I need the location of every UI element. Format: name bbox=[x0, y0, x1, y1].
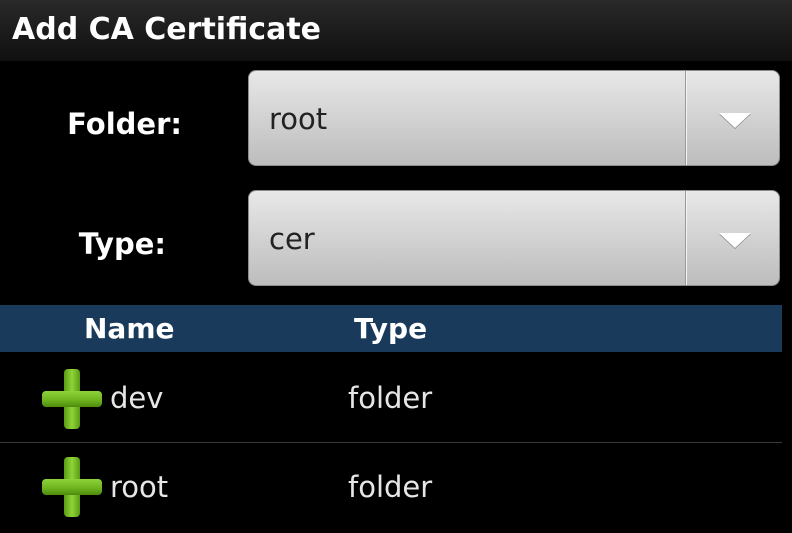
row-name: dev bbox=[110, 381, 164, 415]
table-header: Name Type bbox=[0, 305, 782, 352]
type-label: Type: bbox=[78, 227, 166, 261]
folder-spinner-value: root bbox=[269, 102, 328, 136]
chevron-down-icon bbox=[719, 113, 751, 128]
plus-icon bbox=[42, 369, 102, 429]
folder-label: Folder: bbox=[67, 107, 182, 141]
type-spinner[interactable]: cer bbox=[248, 190, 780, 286]
folder-spinner-divider bbox=[685, 71, 687, 165]
column-header-name: Name bbox=[84, 312, 175, 345]
type-spinner-value: cer bbox=[269, 222, 315, 256]
type-spinner-divider bbox=[685, 191, 687, 285]
plus-icon bbox=[42, 457, 102, 517]
chevron-down-icon bbox=[719, 233, 751, 248]
dialog-title-bar: Add CA Certificate bbox=[0, 0, 792, 62]
row-type: folder bbox=[348, 381, 433, 415]
dialog-title: Add CA Certificate bbox=[12, 12, 322, 47]
folder-spinner[interactable]: root bbox=[248, 70, 780, 166]
table-row[interactable]: dev folder bbox=[0, 353, 782, 443]
row-name: root bbox=[110, 470, 169, 504]
row-type: folder bbox=[348, 470, 433, 504]
column-header-type: Type bbox=[354, 312, 428, 345]
